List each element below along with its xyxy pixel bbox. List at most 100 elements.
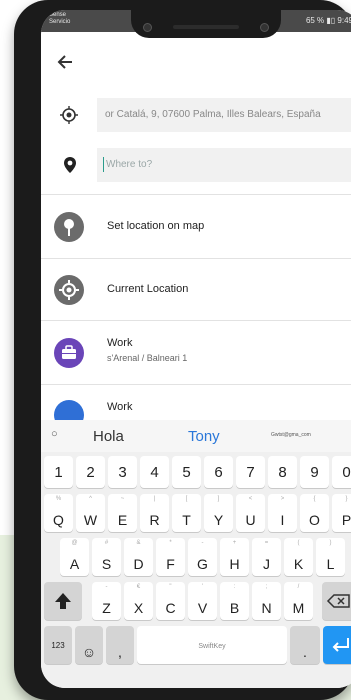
list-item-work-2[interactable]: Work	[41, 386, 351, 420]
key-h[interactable]: + H	[220, 538, 249, 576]
key-j[interactable]: = J	[252, 538, 281, 576]
key-m[interactable]: / M	[284, 582, 313, 620]
key-5[interactable]: 5	[172, 456, 201, 488]
comma-key[interactable]: ,	[106, 626, 134, 664]
key-g[interactable]: -G	[188, 538, 217, 576]
suggestion-bar: ○ Hola Tony Gwtst@gma_com	[41, 420, 351, 452]
enter-icon	[332, 638, 349, 652]
symbols-key[interactable]: 123	[44, 626, 72, 664]
key-hint: }	[345, 496, 348, 502]
key-u[interactable]: < U	[236, 494, 265, 532]
phone-screen: Sense Servicio 65 % ▮▯ 9:49 or Catalá, 9…	[41, 10, 351, 688]
key-9[interactable]: 9	[300, 456, 329, 488]
key-label: A	[69, 556, 80, 572]
key-hint: =	[264, 540, 269, 546]
sensor-icon	[260, 23, 269, 32]
key-4[interactable]: 4	[140, 456, 169, 488]
key-z[interactable]: -Z	[92, 582, 121, 620]
key-n[interactable]: ; N	[252, 582, 281, 620]
key-b[interactable]: :B	[220, 582, 249, 620]
key-c[interactable]: " C	[156, 582, 185, 620]
briefcase-icon	[54, 400, 84, 420]
list-item-set-location[interactable]: Set location on map	[41, 196, 351, 258]
key-0[interactable]: 0	[332, 456, 351, 488]
key-label: SwiftKey	[198, 643, 226, 650]
backspace-icon	[326, 594, 350, 608]
key-l[interactable]: ) L	[316, 538, 345, 576]
key-3[interactable]: 3	[108, 456, 137, 488]
key-t[interactable]: [T	[172, 494, 201, 532]
list-item-work[interactable]: Work s'Arenal / Balneari 1	[41, 322, 351, 384]
key-label: 5	[182, 464, 191, 481]
phone-frame: Sense Servicio 65 % ▮▯ 9:49 or Catalá, 9…	[14, 0, 351, 700]
key-r[interactable]: | R	[140, 494, 169, 532]
divider	[41, 194, 351, 195]
origin-value: or Catalá, 9, 07600 Palma, Illes Balears…	[105, 109, 321, 120]
key-2[interactable]: 2	[76, 456, 105, 488]
key-label: 123	[51, 641, 65, 650]
key-a[interactable]: @ A	[60, 538, 89, 576]
key-label: 0	[342, 464, 351, 481]
list-item-current-location[interactable]: Current Location	[41, 260, 351, 322]
destination-placeholder: Where to?	[106, 159, 153, 170]
key-p[interactable]: } P	[332, 494, 351, 532]
list-item-label: Current Location	[107, 283, 189, 295]
key-o[interactable]: {O	[300, 494, 329, 532]
destination-input[interactable]: Where to?	[97, 148, 351, 182]
divider	[41, 320, 351, 321]
list-item-label: Work	[107, 337, 133, 349]
origin-target-icon	[59, 105, 79, 125]
key-label: E	[117, 512, 128, 528]
key-i[interactable]: > I	[268, 494, 297, 532]
key-1[interactable]: 1	[44, 456, 73, 488]
key-s[interactable]: # S	[92, 538, 121, 576]
key-v[interactable]: ' V	[188, 582, 217, 620]
key-hint: /	[297, 584, 300, 590]
camera-notch	[131, 10, 281, 38]
key-hint: -	[105, 584, 108, 590]
divider	[41, 258, 351, 259]
key-8[interactable]: 8	[268, 456, 297, 488]
back-arrow-icon[interactable]	[55, 52, 75, 72]
key-label: P	[341, 512, 351, 528]
suggestion-item[interactable]: Hola	[93, 428, 124, 445]
key-label: Q	[53, 512, 64, 528]
key-hint: )	[329, 540, 332, 546]
key-hint: :	[233, 584, 236, 590]
backspace-key[interactable]	[322, 582, 351, 620]
key-hint: (	[297, 540, 300, 546]
key-d[interactable]: & D	[124, 538, 153, 576]
key-q[interactable]: % Q	[44, 494, 73, 532]
enter-key[interactable]	[323, 626, 351, 664]
suggestion-item[interactable]: Tony	[188, 428, 220, 445]
suggestion-item[interactable]: Gwtst@gma_com	[271, 432, 311, 438]
list-item-label: Work	[107, 401, 133, 413]
key-label: O	[309, 512, 320, 528]
key-w[interactable]: ^ W	[76, 494, 105, 532]
key-y[interactable]: ] Y	[204, 494, 233, 532]
shift-key[interactable]	[44, 582, 82, 620]
key-label: U	[245, 512, 256, 528]
key-f[interactable]: * F	[156, 538, 185, 576]
suggestion-icon[interactable]: ○	[51, 428, 58, 440]
key-k[interactable]: (K	[284, 538, 313, 576]
key-hint: '	[201, 584, 204, 590]
key-hint: *	[169, 540, 172, 546]
key-label: J	[263, 556, 270, 572]
text-cursor	[103, 157, 104, 172]
period-key[interactable]: .	[290, 626, 320, 664]
key-6[interactable]: 6	[204, 456, 233, 488]
origin-input[interactable]: or Catalá, 9, 07600 Palma, Illes Balears…	[97, 98, 351, 132]
key-e[interactable]: ~ E	[108, 494, 137, 532]
key-label: F	[166, 556, 175, 572]
key-x[interactable]: € X	[124, 582, 153, 620]
key-hint: +	[232, 540, 237, 546]
emoji-key[interactable]: ☺	[75, 626, 103, 664]
briefcase-icon	[54, 338, 84, 368]
key-label: N	[261, 600, 272, 616]
space-key[interactable]: SwiftKey	[137, 626, 287, 664]
key-label: 6	[214, 464, 223, 481]
key-hint: -	[201, 540, 204, 546]
key-7[interactable]: 7	[236, 456, 265, 488]
destination-pin-icon	[60, 155, 80, 175]
